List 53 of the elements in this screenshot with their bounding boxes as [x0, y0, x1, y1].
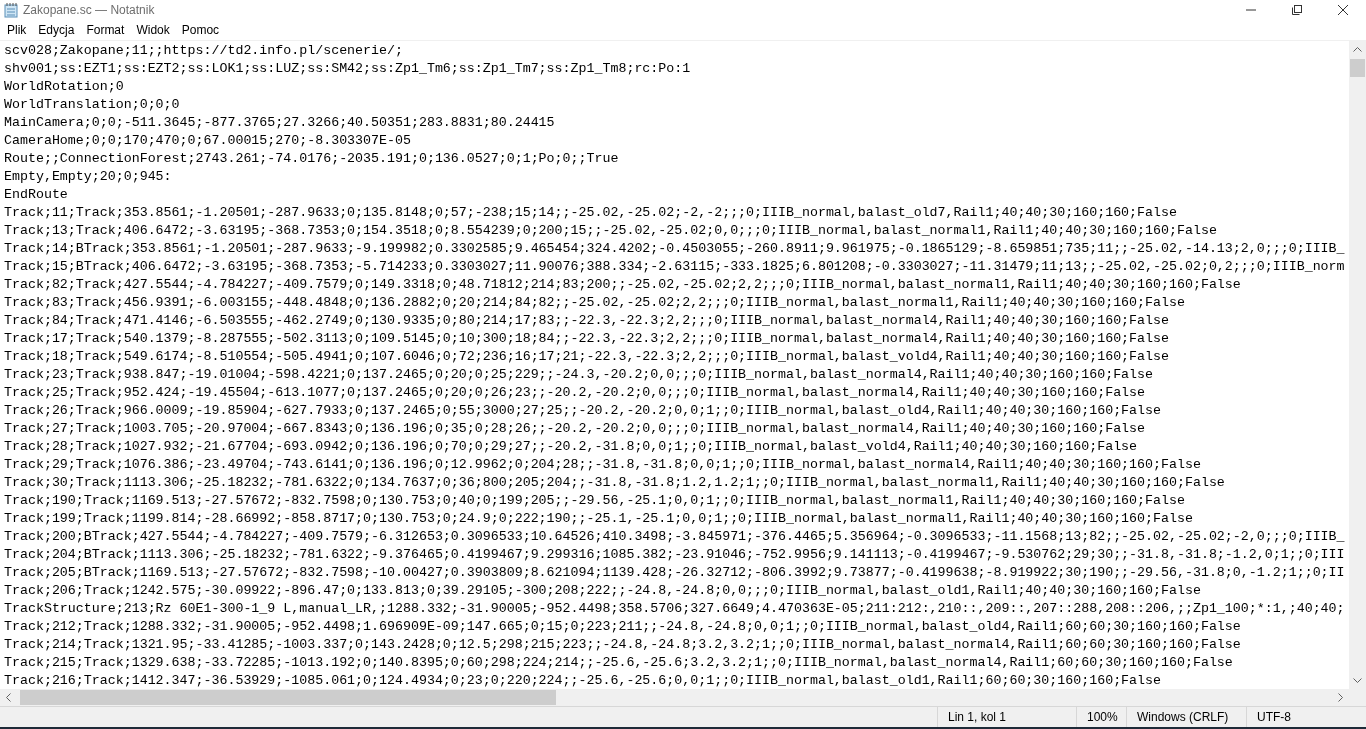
notepad-icon: [4, 2, 18, 18]
text-line: Track;214;Track;1321.95;-33.41285;-1003.337;0;143.2428;0;12.5;298;215;223;;-24.8,-24.8;3.2,3.2;1;;0;IIIB_normal,balast_normal4,Rail1;60;60;30;160;160;False: [4, 635, 1242, 654]
close-icon[interactable]: [1338, 5, 1348, 15]
text-line: Track;83;Track;456.9391;-6.003155;-448.4848;0;136.2882;0;20;214;84;82;;-25.02,-25.02;2,2;;;0;IIIB_normal,balast_normal1,Rail1;40;40;30;160;160;False: [4, 293, 1186, 312]
text-line: WorldRotation;0: [4, 77, 125, 96]
menu-item[interactable]: Format: [80, 22, 131, 37]
menu-item[interactable]: Pomoc: [175, 22, 226, 37]
menu-item[interactable]: Edycja: [32, 22, 81, 37]
text-line: scv028;Zakopane;11;;https://td2.info.pl/scenerie/;: [4, 41, 404, 60]
text-line: Track;18;Track;549.6174;-8.510554;-505.4941;0;107.6046;0;72;236;16;17;21;-22.3,-22.3;2,2;;;0;IIIB_normal,balast_vold4,Rail1;40;40;30;160;160;False: [4, 347, 1170, 366]
text-line: Track;199;Track;1199.814;-28.66992;-858.8717;0;130.753;0;24.9;0;222;190;;-25.1,-25.1;0,0;1;;0;IIIB_normal,balast_normal1,Rail1;40;40;30;160;160;False: [4, 509, 1194, 528]
text-line: shv001;ss:EZT1;ss:EZT2;ss:LOK1;ss:LUZ;ss:SM42;ss:Zp1_Tm6;ss:Zp1_Tm7;ss:Zp1_Tm8;rc:Po:1: [4, 59, 692, 78]
text-line: Track;23;Track;938.847;-19.01004;-598.4221;0;137.2465;0;20;0;25;229;;-24.3,-20.2;0,0;;;0;IIIB_normal,balast_normal4,Rail1;40;40;30;160;160;False: [4, 365, 1155, 384]
menu-item[interactable]: Plik: [1, 22, 33, 37]
text-line: Track;216;Track;1412.347;-36.53929;-1085.061;0;124.4934;0;23;0;220;224;;-25.6,-25.6;0,0;1;;0;IIIB_normal,balast_old1,Rail1;60;60;30;160;160;False: [4, 671, 1163, 689]
text-line: Track;204;BTrack;1113.306;-25.18232;-781.6322;-9.376465;0.4199467;9.299316;1085.382;-23.91046;-752.9956;9.141113;-0.4199467;-9.530762;29;30;;-31.8,-31.8;-1.2,0;1;;0;III: [4, 545, 1346, 564]
text-line: Track;15;BTrack;406.6472;-3.63195;-368.7353;-5.714233;0.3303027;11.90076;388.334;-2.63115;-333.1825;6.801208;-0.3303027;-11.31479;11;13;;-25.02,-25.02;0,2;;;0;IIIB_norm: [4, 257, 1346, 276]
status-field: Lin 1, kol 1: [937, 706, 1076, 727]
status-field: 100%: [1076, 706, 1126, 727]
text-line: TrackStructure;213;Rz 60E1-300-1_9 L,manual_LR,;1288.332;-31.90005;-952.4498;358.5706;327.6649;4.470363E-05;211:212:,210::,209::,207::288,208::206,;;Zp1_100;*:1,;40;40;: [4, 599, 1346, 618]
text-line: Track;13;Track;406.6472;-3.63195;-368.7353;0;154.3518;0;8.554239;0;200;15;;-25.02,-25.02;0,0;;;0;IIIB_normal,balast_normal1,Rail1;40;40;30;160;160;False: [4, 221, 1218, 240]
text-line: Track;25;Track;952.424;-19.45504;-613.1077;0;137.2465;0;20;0;26;23;;-20.2,-20.2;0,0;;;0;IIIB_normal,balast_normal4,Rail1;40;40;30;160;160;False: [4, 383, 1147, 402]
vertical-scrollbar[interactable]: [1349, 40, 1366, 689]
text-line: Route;;ConnectionForest;2743.261;-74.0176;-2035.191;0;136.0527;0;1;Po;0;;True: [4, 149, 620, 168]
window-title: Zakopane.sc — Notatnik: [23, 3, 156, 17]
text-line: Track;215;Track;1329.638;-33.72285;-1013.192;0;140.8395;0;60;298;224;214;;-25.6,-25.6;3.2,3.2;1;;0;IIIB_normal,balast_normal4,Rail1;60;60;30;160;160;False: [4, 653, 1234, 672]
text-line: MainCamera;0;0;-511.3645;-877.3765;27.3266;40.50351;283.8831;80.24415: [4, 113, 556, 132]
horizontal-scrollbar[interactable]: [0, 688, 1349, 706]
text-line: Track;84;Track;471.4146;-6.503555;-462.2749;0;130.9335;0;80;214;17;83;;-22.3,-22.3;2,2;;;0;IIIB_normal,balast_normal4,Rail1;40;40;30;160;160;False: [4, 311, 1170, 330]
text-line: Track;205;BTrack;1169.513;-27.57672;-832.7598;-10.00427;0.3903809;8.621094;1139.428;-26.32712;-806.3992;9.73877;-0.4199638;-8.919922;30;190;;-29.56,-31.8;0,-1.2;1;;0;II: [4, 563, 1346, 582]
text-line: Track;11;Track;353.8561;-1.20501;-287.9633;0;135.8148;0;57;-238;15;14;;-25.02,-25.02;-2,-2;;;0;IIIB_normal,balast_old7,Rail1;40;40;30;160;160;False: [4, 203, 1178, 222]
status-field: Windows (CRLF): [1126, 706, 1246, 727]
status-field: UTF-8: [1246, 706, 1366, 727]
text-line: Track;28;Track;1027.932;-21.67704;-693.0942;0;136.196;0;70;0;29;27;;-20.2,-31.8;0,0;1;;0;IIIB_normal,balast_vold4,Rail1;40;40;30;160;160;False: [4, 437, 1139, 456]
text-line: Empty,Empty;20;0;945:: [4, 167, 173, 186]
text-line: Track;190;Track;1169.513;-27.57672;-832.7598;0;130.753;0;40;0;199;205;;-29.56,-25.1;0,0;1;;0;IIIB_normal,balast_normal1,Rail1;40;40;30;160;160;False: [4, 491, 1186, 510]
text-line: Track;27;Track;1003.705;-20.97004;-667.8343;0;136.196;0;35;0;28;26;;-20.2,-20.2;0,0;;;0;IIIB_normal,balast_normal4,Rail1;40;40;30;160;160;False: [4, 419, 1147, 438]
text-line: Track;82;Track;427.5544;-4.784227;-409.7579;0;149.3318;0;48.71812;214;83;200;;-25.02,-25.02;2,2;;;0;IIIB_normal,balast_normal1,Rail1;40;40;30;160;160;False: [4, 275, 1242, 294]
scrollbar-thumb[interactable]: [1350, 58, 1365, 77]
menu-item[interactable]: Widok: [130, 22, 176, 37]
text-line: CameraHome;0;0;170;470;0;67.00015;270;-8.303307E-05: [4, 131, 412, 150]
text-line: Track;26;Track;966.0009;-19.85904;-627.7933;0;137.2465;0;55;3000;27;25;;-20.2,-20.2;0,0;1;;0;IIIB_normal,balast_old4,Rail1;40;40;30;160;160;False: [4, 401, 1163, 420]
text-line: Track;212;Track;1288.332;-31.90005;-952.4498;1.696909E-09;147.665;0;15;0;223;211;;-24.8,-24.8;0,0;1;;0;IIIB_normal,balast_old4,Rail1;60;60;30;160;160;False: [4, 617, 1242, 636]
text-line: Track;206;Track;1242.575;-30.09922;-896.47;0;133.813;0;39.29105;-300;208;222;;-24.8,-24.8;0,0;;;0;IIIB_normal,balast_old1,Rail1;40;40;30;160;160;False: [4, 581, 1202, 600]
text-line: Track;14;BTrack;353.8561;-1.20501;-287.9633;-9.199982;0.3302585;9.465454;324.4202;-0.4503055;-260.8911;9.961975;-0.1865129;-8.659851;735;11;;-25.02,-14.13;2,0;;;0;IIIB_: [4, 239, 1346, 258]
scrollbar-thumb[interactable]: [20, 689, 556, 705]
text-line: EndRoute: [4, 185, 69, 204]
text-line: Track;17;Track;540.1379;-8.287555;-502.3113;0;109.5145;0;10;300;18;84;;-22.3,-22.3;2,2;;;0;IIIB_normal,balast_normal4,Rail1;40;40;30;160;160;False: [4, 329, 1170, 348]
text-line: Track;200;BTrack;427.5544;-4.784227;-409.7579;-6.312653;0.3096533;10.64526;410.3498;-3.845971;-376.4465;5.356964;-0.3096533;-11.1568;13;82;;-25.02,-25.02;-2,0;;;0;IIIB_: [4, 527, 1346, 546]
text-line: WorldTranslation;0;0;0: [4, 95, 181, 114]
maximize-icon[interactable]: [1292, 5, 1302, 15]
text-line: Track;30;Track;1113.306;-25.18232;-781.6322;0;134.7637;0;36;800;205;204;;-31.8,-31.8;1.2,1.2;1;;0;IIIB_normal,balast_normal1,Rail1;40;40;30;160;160;False: [4, 473, 1226, 492]
text-line: Track;29;Track;1076.386;-23.49704;-743.6141;0;136.196;0;12.9962;0;204;28;;-31.8,-31.8;0,0;1;;0;IIIB_normal,balast_normal4,Rail1;40;40;30;160;160;False: [4, 455, 1202, 474]
